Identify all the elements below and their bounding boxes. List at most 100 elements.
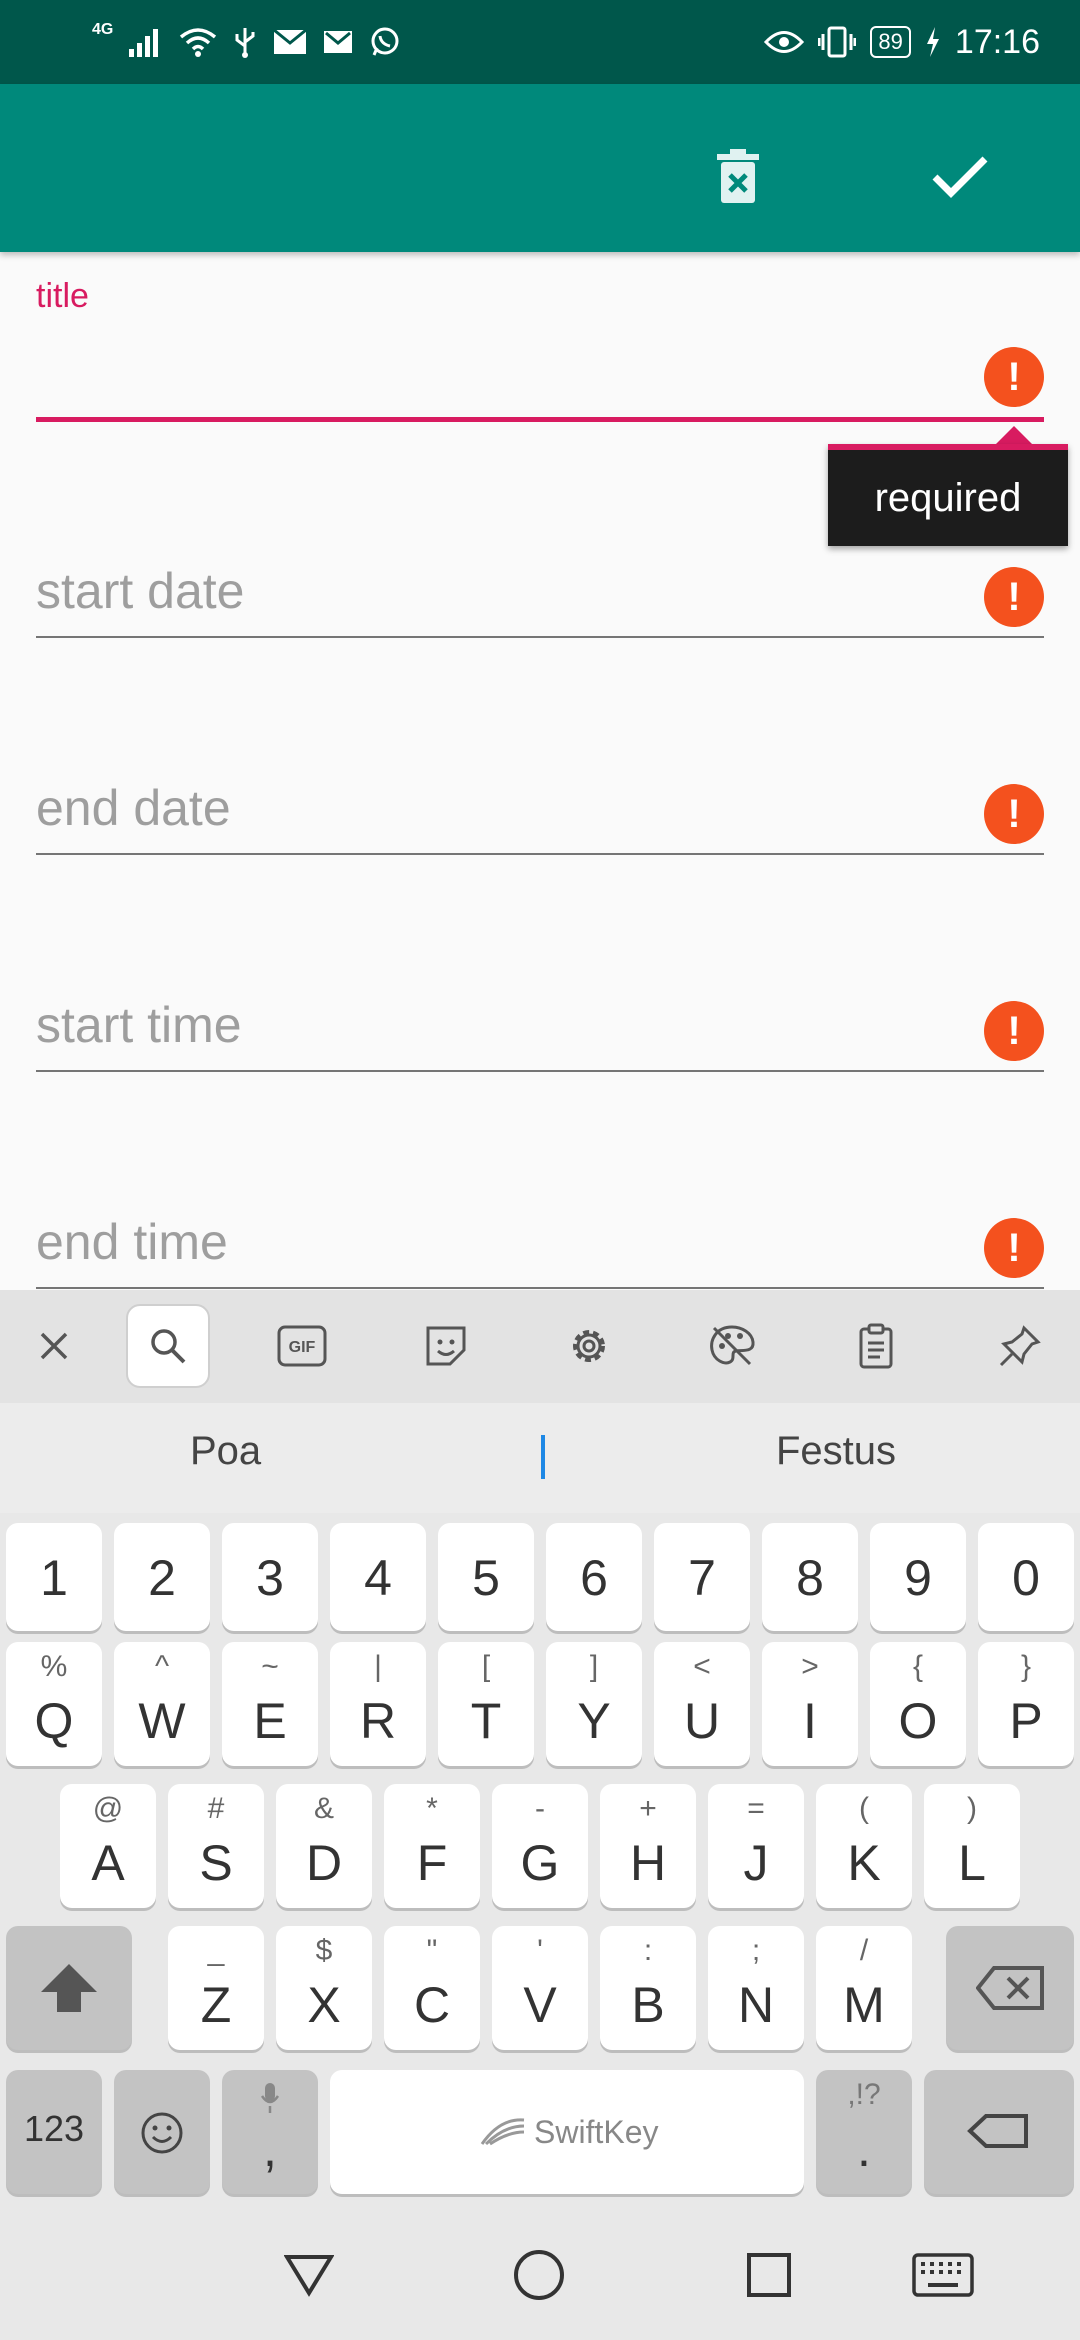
key-m-secondary-label: / [859, 1934, 869, 1967]
title-field[interactable]: ! [36, 330, 1044, 422]
svg-text:GIF: GIF [289, 1339, 316, 1356]
key-5[interactable]: 5 [438, 1523, 534, 1631]
space-key[interactable]: SwiftKey [330, 2070, 804, 2194]
end-time-field[interactable]: end time ! [36, 1201, 1044, 1291]
delete-button[interactable] [690, 128, 786, 224]
key-s[interactable]: # S [168, 1784, 264, 1908]
key-r-secondary-label: | [374, 1650, 382, 1683]
start-time-field[interactable]: start time ! [36, 984, 1044, 1074]
key-n-secondary-label: ; [751, 1934, 761, 1967]
emoji-key[interactable] [114, 2070, 210, 2194]
key-c[interactable]: " C [384, 1926, 480, 2050]
key-4[interactable]: 4 [330, 1523, 426, 1631]
clock: 17:16 [954, 22, 1040, 61]
key-3[interactable]: 3 [222, 1523, 318, 1631]
key-0[interactable]: 0 [978, 1523, 1074, 1631]
key-t-label: T [470, 1693, 502, 1749]
key-w-label: W [138, 1693, 186, 1749]
end-date-field[interactable]: end date ! [36, 767, 1044, 857]
usb-icon [235, 28, 255, 58]
nav-keyboard-button[interactable] [900, 2232, 986, 2318]
key-q[interactable]: % Q [6, 1642, 102, 1766]
key-a-label: A [91, 1835, 125, 1891]
numbers-key[interactable]: 123 [6, 2070, 102, 2194]
key-k[interactable]: (K [816, 1784, 912, 1908]
key-i[interactable]: > I [762, 1642, 858, 1766]
key-0-label: 0 [1012, 1550, 1040, 1606]
microphone-icon [260, 2083, 280, 2113]
suggestion-left[interactable]: Poa [190, 1429, 261, 1474]
key-y[interactable]: ] Y [546, 1642, 642, 1766]
key-u[interactable]: < U [654, 1642, 750, 1766]
app-bar [0, 84, 1080, 252]
key-m[interactable]: / M [816, 1926, 912, 2050]
key-d[interactable]: & D [276, 1784, 372, 1908]
key-v[interactable]: ' V [492, 1926, 588, 2050]
key-j[interactable]: = J [708, 1784, 804, 1908]
key-7[interactable]: 7 [654, 1523, 750, 1631]
shift-arrow-icon [41, 1964, 97, 2012]
swiftkey-logo-icon [480, 2118, 525, 2146]
toolbar-settings-button[interactable] [547, 1304, 631, 1388]
key-2[interactable]: 2 [114, 1523, 210, 1631]
suggestion-right[interactable]: Festus [776, 1429, 896, 1474]
key-r[interactable]: | R [330, 1642, 426, 1766]
key-8-label: 8 [796, 1550, 824, 1606]
period-key[interactable]: ,!? . [816, 2070, 912, 2194]
key-e[interactable]: ~ E [222, 1642, 318, 1766]
key-f[interactable]: * F [384, 1784, 480, 1908]
toolbar-theme-button[interactable] [690, 1304, 774, 1388]
key-n[interactable]: ; N [708, 1926, 804, 2050]
key-8[interactable]: 8 [762, 1523, 858, 1631]
key-r-label: R [359, 1693, 397, 1749]
status-right-icons: 89 17:16 [764, 18, 1040, 66]
suggestion-center-cursor[interactable] [541, 1435, 545, 1479]
key-o[interactable]: {O [870, 1642, 966, 1766]
key-y-secondary-label: ] [589, 1650, 599, 1683]
key-o-label: O [898, 1693, 938, 1749]
key-x[interactable]: $ X [276, 1926, 372, 2050]
eye-comfort-icon [764, 31, 805, 53]
key-n-label: N [737, 1977, 775, 2033]
key-b[interactable]: :B [600, 1926, 696, 2050]
enter-key[interactable] [924, 2070, 1074, 2194]
key-1[interactable]: 1 [6, 1523, 102, 1631]
nav-back-button[interactable] [266, 2232, 352, 2318]
key-l[interactable]: ) L [924, 1784, 1020, 1908]
backspace-key[interactable] [946, 1926, 1074, 2050]
toolbar-close-button[interactable] [12, 1304, 96, 1388]
recents-icon [747, 2253, 791, 2297]
toolbar-sticker-button[interactable] [404, 1304, 488, 1388]
key-a[interactable]: @ A [60, 1784, 156, 1908]
key-9[interactable]: 9 [870, 1523, 966, 1631]
save-button[interactable] [912, 128, 1008, 224]
key-t-secondary-label: [ [481, 1650, 491, 1683]
field-underline [36, 1070, 1044, 1072]
toolbar-pin-button[interactable] [978, 1304, 1062, 1388]
shift-key[interactable] [6, 1926, 132, 2050]
key-t[interactable]: [T [438, 1642, 534, 1766]
keyboard: GIF Poa Festus 1 2 3 4 5 6 7 8 9 0% Q ^ W ~ E | R[T] Y < U >… [0, 1290, 1080, 2340]
nav-recents-button[interactable] [726, 2232, 812, 2318]
tooltip-arrow [996, 426, 1032, 444]
key-i-label: I [803, 1693, 817, 1749]
key-w[interactable]: ^ W [114, 1642, 210, 1766]
start-date-field[interactable]: start date ! [36, 550, 1044, 640]
toolbar-gif-button[interactable]: GIF [260, 1304, 344, 1388]
key-w-secondary-label: ^ [154, 1650, 170, 1683]
nav-home-button[interactable] [496, 2232, 582, 2318]
key-a-secondary-label: @ [92, 1792, 124, 1825]
key-b-label: B [631, 1977, 665, 2033]
key-6[interactable]: 6 [546, 1523, 642, 1631]
key-p[interactable]: } P [978, 1642, 1074, 1766]
key-g[interactable]: -G [492, 1784, 588, 1908]
start-date-placeholder: start date [36, 563, 245, 619]
key-h[interactable]: + H [600, 1784, 696, 1908]
toolbar-search-button[interactable] [126, 1304, 210, 1388]
comma-key[interactable]: , [222, 2070, 318, 2194]
error-icon: ! [984, 567, 1044, 627]
backspace-icon [976, 1966, 1044, 2010]
wifi-icon [180, 28, 217, 57]
key-z[interactable]: _ Z [168, 1926, 264, 2050]
toolbar-clipboard-button[interactable] [834, 1304, 918, 1388]
